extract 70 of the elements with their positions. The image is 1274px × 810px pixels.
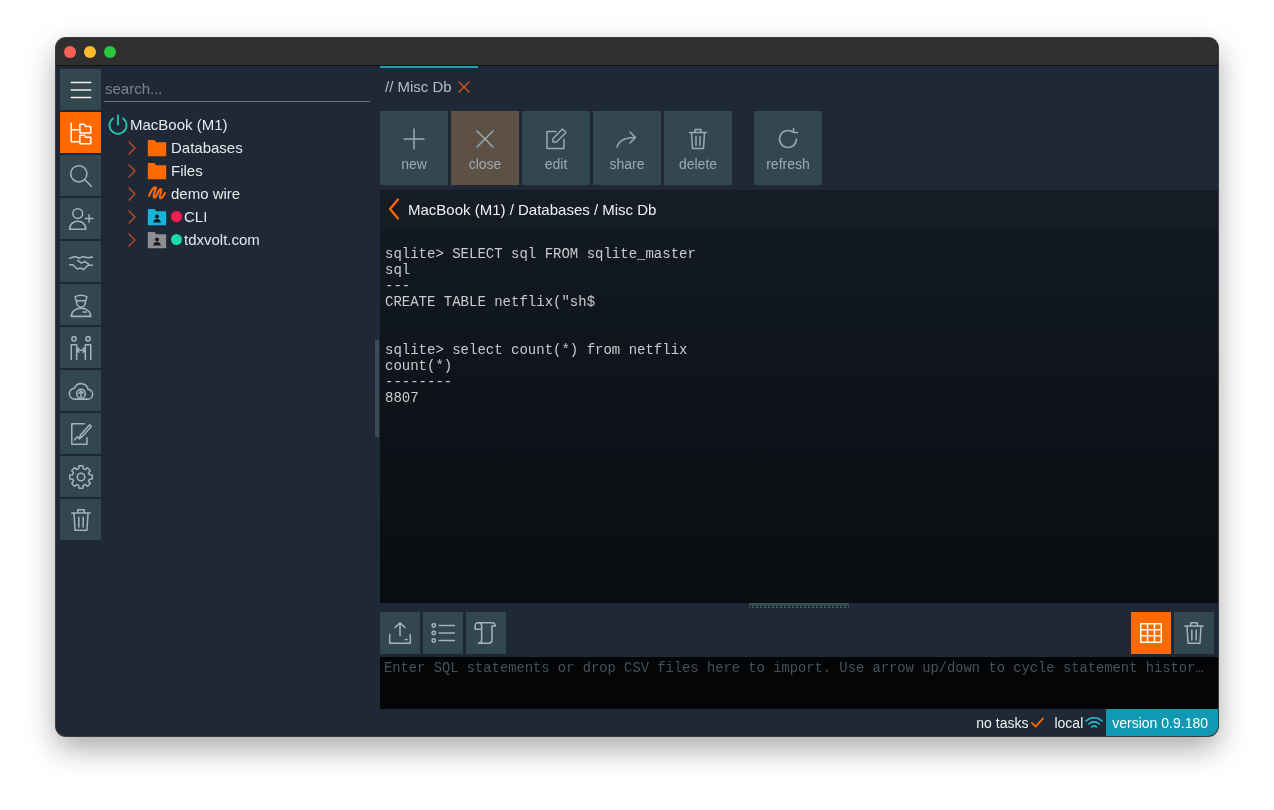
close-icon[interactable] [457, 80, 470, 93]
list-icon [430, 620, 456, 646]
script-button[interactable] [466, 612, 506, 654]
edit-icon [544, 127, 568, 151]
table-grid-icon [1138, 620, 1164, 646]
trash-icon [1181, 620, 1207, 646]
splitter-handle[interactable] [749, 603, 849, 608]
console-line: count(*) [385, 358, 454, 374]
scroll-icon [473, 620, 499, 646]
sidebar-nav-button[interactable] [60, 155, 101, 196]
sidebar-nav-button[interactable] [60, 241, 101, 282]
tree-search-field[interactable]: search... [104, 76, 370, 102]
export-button[interactable] [380, 612, 420, 654]
gear-icon [67, 463, 94, 490]
add-user-icon [67, 205, 94, 232]
console-line: -------- [385, 374, 454, 390]
sidebar-nav-button[interactable] [60, 413, 101, 454]
refresh-icon [776, 127, 800, 151]
edit-button[interactable]: edit [522, 111, 590, 185]
console-line: sqlite> SELECT sql FROM sqlite_master [385, 246, 697, 262]
console-line: 8807 [385, 390, 420, 406]
plus-icon [402, 127, 426, 151]
sidebar-nav-button[interactable] [60, 327, 101, 368]
close-icon [473, 127, 497, 151]
list-button[interactable] [423, 612, 463, 654]
sidebar-nav-button[interactable] [60, 69, 101, 110]
new-button[interactable]: new [380, 111, 448, 185]
search-icon [67, 162, 94, 189]
grid-view-button[interactable] [1131, 612, 1171, 654]
sidebar-nav-button[interactable] [60, 456, 101, 497]
folder-icon [147, 137, 167, 158]
tree-node-label[interactable]: demo wire [171, 185, 241, 202]
sidebar-nav-button[interactable] [60, 198, 101, 239]
share-button[interactable]: share [593, 111, 661, 185]
tree-node-label[interactable]: Databases [171, 139, 243, 156]
console-line: CREATE TABLE netflix("sh$ [385, 294, 597, 310]
upload-tray-icon [387, 620, 413, 646]
breadcrumb-path: MacBook (M1) / Databases / Misc Db [408, 200, 657, 218]
splitter-handle[interactable] [375, 340, 379, 437]
chevron-icon[interactable] [128, 163, 136, 178]
delete-button[interactable] [1174, 612, 1214, 654]
window-minimize-button[interactable] [84, 45, 96, 58]
trash-icon [686, 127, 710, 151]
window-close-button[interactable] [64, 45, 76, 58]
tree-node-label[interactable]: tdxvolt.com [184, 231, 260, 248]
chevron-icon[interactable] [128, 232, 136, 247]
console-line: sqlite> select count(*) from netflix [385, 342, 689, 358]
chevron-icon[interactable] [128, 209, 136, 224]
connection-status: local [1054, 714, 1084, 731]
power-icon [107, 113, 129, 136]
sidebar-nav-button[interactable] [60, 284, 101, 325]
tab[interactable]: // Misc Db [380, 66, 478, 105]
sidebar-nav-button[interactable] [60, 499, 101, 540]
sidebar-nav-button[interactable] [60, 370, 101, 411]
folder-icon [147, 160, 167, 181]
back-chevron-icon[interactable] [388, 198, 400, 220]
delete-button[interactable]: delete [664, 111, 732, 185]
task-status: no tasks [976, 714, 1029, 731]
console-line: sql [385, 262, 412, 278]
window-zoom-button[interactable] [104, 45, 116, 58]
refresh-button[interactable]: refresh [754, 111, 822, 185]
version-label: version 0.9.180 [1106, 709, 1218, 736]
sql-input-field[interactable]: Enter SQL statements or drop CSV files here to import. Use arrow up/down to cycle statement histor… [380, 657, 1218, 709]
people-exchange-icon [67, 334, 94, 361]
chevron-icon[interactable] [128, 140, 136, 155]
console-line: --- [385, 278, 412, 294]
tree-node-label[interactable]: CLI [184, 208, 208, 225]
chevron-icon[interactable] [128, 186, 136, 201]
tree-node-label[interactable]: MacBook (M1) [130, 116, 228, 133]
tree-node-label[interactable]: Files [171, 162, 203, 179]
